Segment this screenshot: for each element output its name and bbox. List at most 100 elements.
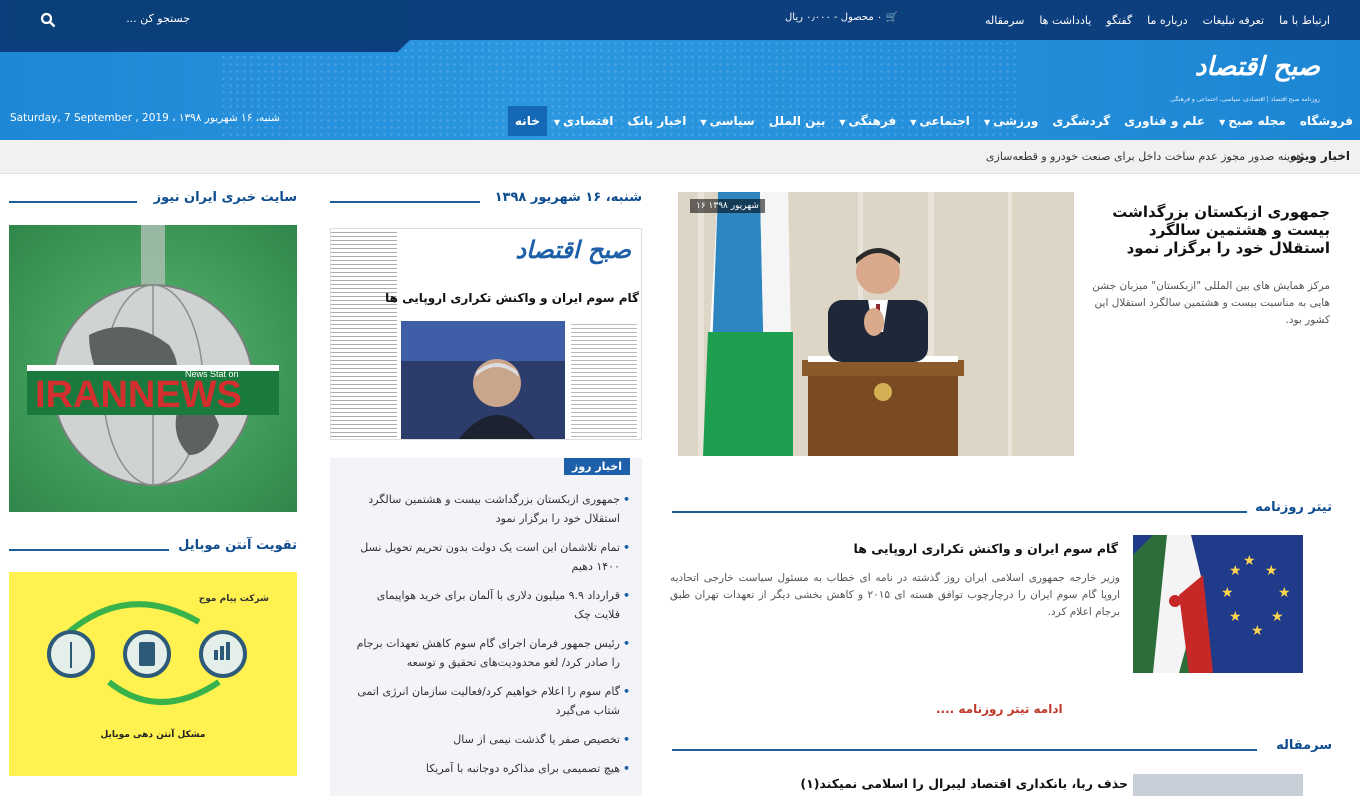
nav-label: خانه (514, 114, 540, 128)
nav-label: اخبار بانک (627, 114, 687, 128)
cart-summary[interactable]: 🛒 ۰ محصول - ۰٫۰۰۰ ریال (785, 12, 898, 23)
search-bar-tab (0, 40, 410, 52)
daily-news-box: اخبار روز جمهوری ازبکستان بزرگداشت بیست … (330, 458, 642, 796)
iran-news-banner[interactable]: IRANNEWS News Stat on (9, 225, 297, 512)
nav-item-science[interactable]: علم و فناوری (1117, 106, 1212, 136)
ad-caption: مشکل آنتن دهی موبایل (100, 730, 206, 740)
iran-news-globe: IRANNEWS News Stat on (27, 225, 279, 486)
nav-item-economy[interactable]: اقتصادی▼ (547, 106, 621, 136)
newspaper-title-headline[interactable]: گام سوم ایران و واکنش تکراری اروپایی ها (638, 541, 1118, 556)
svg-text:★: ★ (1278, 585, 1291, 601)
main-story-photo[interactable]: ۱۶ شهریور ۱۳۹۸ (678, 192, 1074, 456)
nav-item-tourism[interactable]: گردشگری (1045, 106, 1117, 136)
heading-divider (330, 201, 480, 203)
nav-item-social[interactable]: اجتماعی▼ (903, 106, 977, 136)
news-item[interactable]: گام سوم را اعلام خواهیم کرد/فعالیت سازما… (330, 682, 642, 720)
main-story-image (678, 192, 1074, 456)
antenna-icons (47, 601, 247, 705)
mobile-antenna-heading: تقویت آنتن موبایل (9, 538, 297, 558)
heading-text: تیتر روزنامه (1255, 500, 1332, 515)
nav-item-bank-news[interactable]: اخبار بانک (620, 106, 693, 136)
newspaper-headline: گام سوم ایران و واکنش تکراری اروپایی ها (385, 291, 639, 305)
photo-date-badge: ۱۶ شهریور ۱۳۹۸ (690, 199, 765, 213)
svg-text:★: ★ (1221, 585, 1234, 601)
top-link-notes[interactable]: یادداشت ها (1039, 14, 1091, 27)
search-input[interactable] (40, 6, 190, 30)
iran-news-heading: سایت خبری ایران نیوز (9, 190, 297, 210)
iran-news-small: News Stat on (185, 369, 239, 379)
nav-item-home[interactable]: خانه (507, 106, 547, 136)
editorial-image[interactable] (1133, 774, 1303, 796)
news-item[interactable]: تخصیص صفر یا گذشت نیمی از سال (330, 730, 642, 749)
logo-text: صبح اقتصاد (1194, 52, 1320, 82)
mobile-antenna-ad[interactable]: شرکت پیام موج مشکل آنتن دهی موبایل (9, 572, 297, 776)
svg-text:★: ★ (1229, 563, 1242, 579)
news-item[interactable]: هیچ تصمیمی برای مذاکره دوجانبه با آمریکا (330, 759, 642, 778)
heading-text: سایت خبری ایران نیوز (153, 190, 297, 205)
nav-item-politics[interactable]: سیاسی▼ (693, 106, 761, 136)
newspaper-main-area: صبح اقتصاد گام سوم ایران و واکنش تکراری … (385, 229, 641, 439)
date-heading: شنبه، ۱۶ شهریور ۱۳۹۸ (330, 190, 642, 210)
svg-text:★: ★ (1251, 623, 1264, 639)
nav-item-magazine[interactable]: مجله صبح▼ (1212, 106, 1293, 136)
chevron-down-icon: ▼ (910, 118, 917, 127)
chevron-down-icon: ▼ (553, 118, 560, 127)
main-nav: خانه اقتصادی▼ اخبار بانک سیاسی▼ بین المل… (507, 106, 1360, 136)
daily-news-list: جمهوری ازبکستان بزرگداشت بیست و هشتمین س… (330, 490, 642, 788)
site-logo[interactable]: صبح اقتصاد روزنامه صبح اقتصاد | اقتصادی،… (1171, 52, 1320, 104)
daily-news-label: اخبار روز (564, 458, 630, 475)
svg-text:★: ★ (1265, 563, 1278, 579)
newspaper-title-image[interactable]: ★ ★ ★ ★ ★ ★ ★ ★ (1133, 535, 1303, 673)
nav-label: بین الملل (768, 114, 826, 128)
news-item[interactable]: تمام تلاشمان این است یک دولت بدون تحریم … (330, 538, 642, 576)
news-item[interactable]: قرارداد ۹.۹ میلیون دلاری با آلمان برای خ… (330, 586, 642, 624)
svg-text:★: ★ (1243, 553, 1256, 569)
page: { "topbar": { "links": ["سرمقاله", "یادد… (0, 0, 1360, 796)
top-link-interview[interactable]: گفتگو (1106, 14, 1132, 27)
newspaper-side-column (331, 229, 397, 439)
top-links: سرمقاله یادداشت ها گفتگو درباره ما تعرفه… (985, 0, 1330, 40)
heading-text: شنبه، ۱۶ شهریور ۱۳۹۸ (494, 190, 642, 205)
nav-label: علم و فناوری (1124, 114, 1206, 128)
heading-divider (672, 749, 1257, 751)
heading-divider (9, 201, 137, 203)
nav-label: فرهنگی (848, 114, 897, 128)
heading-text: سرمقاله (1276, 738, 1332, 753)
newspaper-title-summary: وزیر خارجه جمهوری اسلامی ایران روز گذشته… (670, 572, 1120, 618)
nav-label: اقتصادی (563, 114, 614, 128)
nav-item-international[interactable]: بین الملل (762, 106, 833, 136)
nav-item-shop[interactable]: فروشگاه (1293, 106, 1360, 136)
nav-label: اجتماعی (919, 114, 970, 128)
top-link-ads[interactable]: تعرفه تبلیغات (1203, 14, 1264, 27)
nav-item-culture[interactable]: فرهنگی▼ (832, 106, 903, 136)
nav-label: فروشگاه (1299, 114, 1353, 128)
chevron-down-icon: ▼ (1219, 118, 1226, 127)
search-icon[interactable] (40, 12, 56, 32)
top-link-about[interactable]: درباره ما (1147, 14, 1187, 27)
nav-label: ورزشی (993, 114, 1039, 128)
heading-divider (672, 511, 1247, 513)
chevron-down-icon: ▼ (983, 118, 991, 127)
heading-text: تقویت آنتن موبایل (178, 538, 297, 553)
newspaper-front-page[interactable]: صبح اقتصاد گام سوم ایران و واکنش تکراری … (330, 228, 642, 440)
iran-news-wordmark: IRANNEWS (35, 374, 242, 416)
top-link-contact[interactable]: ارتباط با ما (1279, 14, 1330, 27)
main-story-title[interactable]: جمهوری ازبکستان بزرگداشت بیست و هشتمین س… (1100, 203, 1330, 257)
news-item[interactable]: جمهوری ازبکستان بزرگداشت بیست و هشتمین س… (330, 490, 642, 528)
newspaper-title-heading: تیتر روزنامه (672, 500, 1332, 520)
top-link-editorial[interactable]: سرمقاله (985, 14, 1024, 27)
nav-label: مجله صبح (1228, 114, 1286, 128)
chevron-down-icon: ▼ (700, 118, 707, 127)
search-area (10, 0, 410, 40)
editorial-title[interactable]: حذف ربا، بانکداری اقتصاد لیبرال را اسلام… (800, 776, 1128, 791)
eu-iran-flags-image: ★★★★★★★★ (1133, 535, 1303, 673)
chevron-down-icon: ▼ (839, 118, 846, 127)
nav-label: سیاسی (709, 114, 755, 128)
newspaper-title-more-link[interactable]: ادامه تیتر روزنامه .... (936, 702, 1063, 716)
ticker-headline[interactable]: هزینه صدور مجوز عدم ساخت داخل برای صنعت … (986, 150, 1302, 163)
news-item[interactable]: رئیس جمهور فرمان اجرای گام سوم کاهش تعهد… (330, 634, 642, 672)
svg-text:★: ★ (1229, 609, 1242, 625)
nav-item-sports[interactable]: ورزشی▼ (977, 106, 1045, 136)
cart-icon: 🛒 (885, 12, 898, 23)
heading-divider (9, 549, 169, 551)
